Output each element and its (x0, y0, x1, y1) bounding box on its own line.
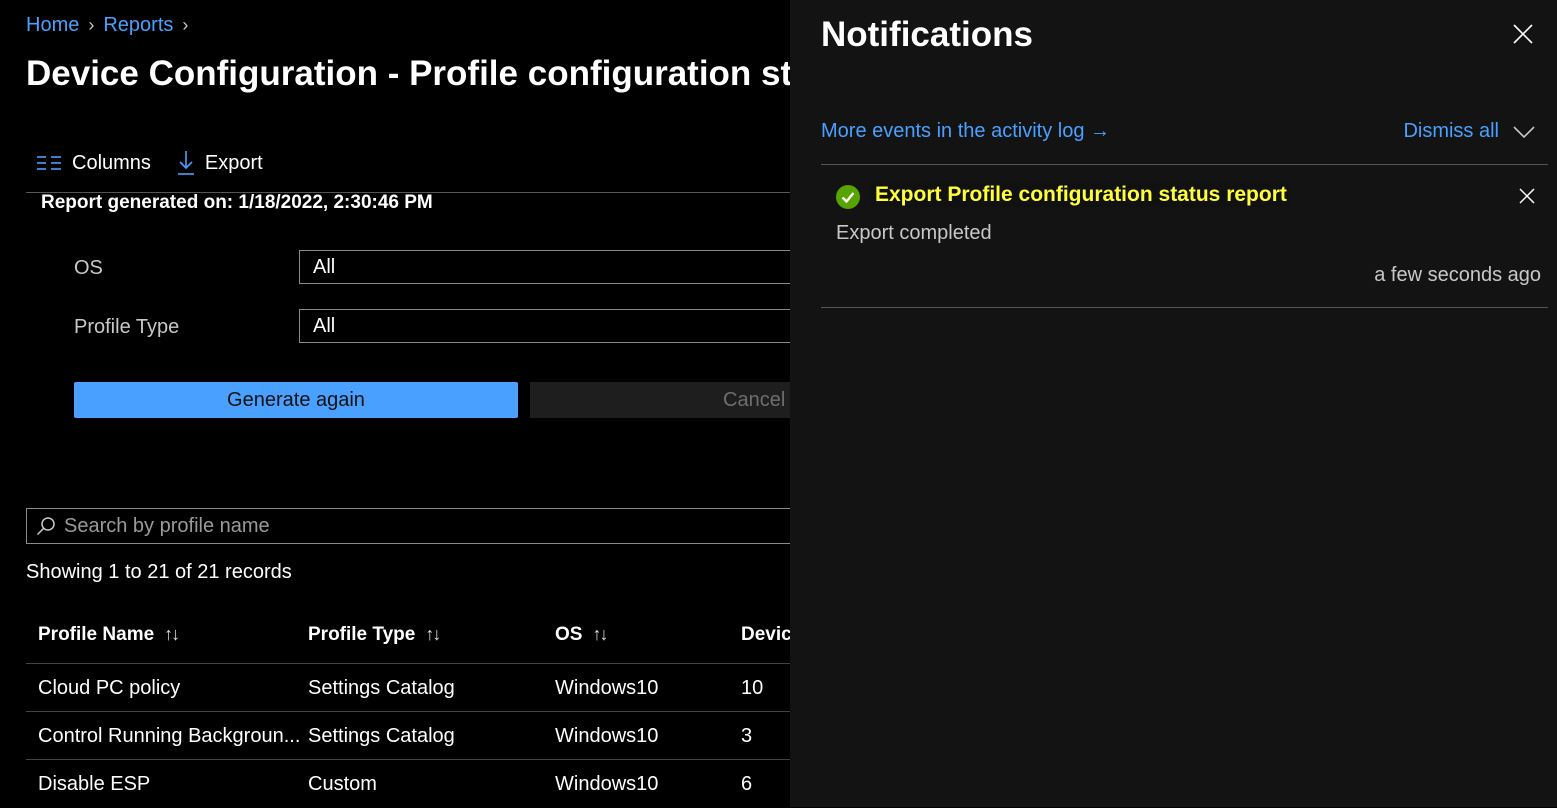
sort-icon[interactable]: ↑↓ (592, 624, 608, 644)
devices-cell: 3 (741, 725, 753, 747)
dismiss-all-button[interactable]: Dismiss all (1403, 120, 1535, 143)
search-input[interactable]: Search by profile name (64, 515, 270, 538)
profile-name-cell[interactable]: Control Running Backgroun... (38, 725, 300, 748)
close-notification-button[interactable] (1519, 188, 1535, 209)
report-generated-text: Report generated on: 1/18/2022, 2:30:46 … (41, 192, 433, 213)
page-title: Device Configuration - Profile configura… (26, 54, 812, 93)
activity-log-link[interactable]: More events in the activity log → (821, 120, 1110, 143)
column-header-os[interactable]: OS ↑↓ (555, 624, 608, 646)
table-row[interactable]: Control Running Backgroun... Settings Ca… (26, 711, 826, 760)
os-cell: Windows10 (555, 677, 659, 699)
profile-type-cell: Settings Catalog (308, 725, 455, 747)
devices-cell: 6 (741, 773, 753, 795)
table-row[interactable]: Cloud PC policy Settings Catalog Windows… (26, 663, 826, 712)
notification-timestamp: a few seconds ago (1374, 264, 1541, 286)
notification-title: Export Profile configuration status repo… (871, 183, 1291, 207)
notifications-title: Notifications (821, 15, 1033, 54)
breadcrumb: Home › Reports › (26, 14, 197, 37)
search-icon (36, 517, 55, 536)
os-filter-label: OS (74, 257, 103, 279)
cancel-button[interactable]: Cancel (530, 382, 820, 418)
notifications-panel: Notifications More events in the activit… (790, 0, 1557, 807)
download-icon (177, 151, 194, 175)
profile-name-cell[interactable]: Disable ESP (38, 773, 150, 796)
column-header-label: OS (555, 624, 583, 645)
search-box[interactable]: Search by profile name (26, 508, 826, 544)
divider (821, 307, 1548, 308)
profile-type-cell: Custom (308, 773, 377, 795)
close-icon (1519, 188, 1535, 204)
generate-again-button[interactable]: Generate again (74, 382, 518, 418)
column-header-label: Devic (741, 624, 792, 645)
chevron-down-icon[interactable] (1513, 125, 1535, 139)
profile-type-filter-dropdown[interactable]: All (299, 309, 819, 343)
dismiss-all-label: Dismiss all (1403, 120, 1499, 142)
success-icon (836, 185, 860, 214)
toolbar: Columns Export (36, 150, 289, 176)
os-filter-dropdown[interactable]: All (299, 250, 819, 284)
columns-button[interactable]: Columns (36, 152, 151, 175)
profile-name-cell[interactable]: Cloud PC policy (38, 677, 180, 700)
breadcrumb-home-link[interactable]: Home (26, 14, 79, 37)
columns-label: Columns (72, 151, 151, 174)
column-header-label: Profile Type (308, 624, 416, 645)
devices-cell: 10 (741, 677, 764, 699)
divider (821, 164, 1548, 165)
notification-message: Export completed (836, 222, 992, 244)
columns-icon (37, 156, 61, 170)
export-label: Export (204, 151, 263, 174)
column-header-label: Profile Name (38, 624, 155, 645)
close-panel-button[interactable] (1511, 22, 1535, 51)
profile-type-cell: Settings Catalog (308, 677, 455, 699)
export-button[interactable]: Export (177, 150, 263, 176)
column-header-profile-type[interactable]: Profile Type ↑↓ (308, 624, 441, 646)
chevron-right-icon: › (182, 15, 189, 35)
sort-icon[interactable]: ↑↓ (425, 624, 441, 644)
os-cell: Windows10 (555, 773, 659, 795)
close-icon (1513, 24, 1533, 44)
chevron-right-icon: › (88, 15, 95, 35)
profile-type-filter-label: Profile Type (74, 316, 180, 338)
sort-icon[interactable]: ↑↓ (164, 624, 180, 644)
column-header-profile-name[interactable]: Profile Name ↑↓ (38, 624, 180, 646)
os-cell: Windows10 (555, 725, 659, 747)
column-header-devices[interactable]: Devic (741, 624, 792, 646)
records-count: Showing 1 to 21 of 21 records (26, 561, 292, 583)
table-row[interactable]: Disable ESP Custom Windows10 6 (26, 759, 826, 808)
breadcrumb-reports-link[interactable]: Reports (103, 14, 173, 37)
